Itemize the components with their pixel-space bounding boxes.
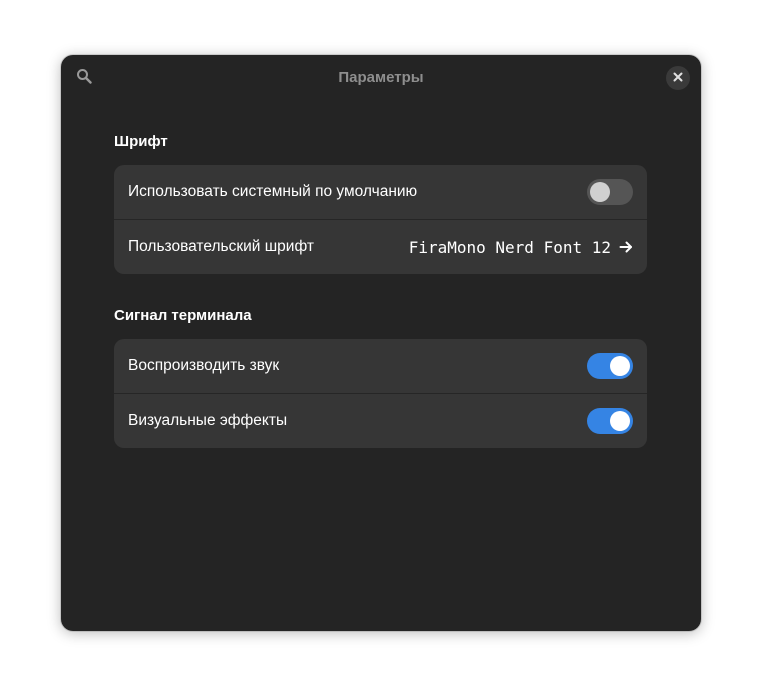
system-default-font-label: Использовать системный по умолчанию xyxy=(128,183,418,200)
switch-knob xyxy=(610,411,630,431)
font-group-list: Использовать системный по умолчанию Поль… xyxy=(114,165,647,274)
play-sound-row[interactable]: Воспроизводить звук xyxy=(114,339,647,393)
preferences-content: Шрифт Использовать системный по умолчани… xyxy=(114,133,647,448)
play-sound-switch[interactable] xyxy=(587,353,633,379)
system-default-font-row[interactable]: Использовать системный по умолчанию xyxy=(114,165,647,219)
visual-effects-row[interactable]: Визуальные эффекты xyxy=(114,393,647,448)
bell-group-title: Сигнал терминала xyxy=(114,307,252,324)
close-icon xyxy=(673,69,683,87)
arrow-right-icon xyxy=(619,240,633,254)
visual-effects-label: Визуальные эффекты xyxy=(128,412,288,429)
switch-knob xyxy=(610,356,630,376)
play-sound-label: Воспроизводить звук xyxy=(128,357,280,374)
window-title: Параметры xyxy=(338,69,424,86)
custom-font-value: FiraMono Nerd Font 12 xyxy=(408,237,611,257)
bell-group-list: Воспроизводить звук Визуальные эффекты xyxy=(114,339,647,448)
preferences-window: Параметры Шрифт Использовать системный п… xyxy=(61,55,701,631)
visual-effects-switch[interactable] xyxy=(587,408,633,434)
switch-knob xyxy=(590,182,610,202)
custom-font-row[interactable]: Пользовательский шрифт FiraMono Nerd Fon… xyxy=(114,219,647,274)
system-default-font-switch[interactable] xyxy=(587,179,633,205)
font-group-title: Шрифт xyxy=(114,133,168,150)
close-button[interactable] xyxy=(666,66,690,90)
custom-font-label: Пользовательский шрифт xyxy=(128,238,314,255)
headerbar: Параметры xyxy=(61,55,701,101)
